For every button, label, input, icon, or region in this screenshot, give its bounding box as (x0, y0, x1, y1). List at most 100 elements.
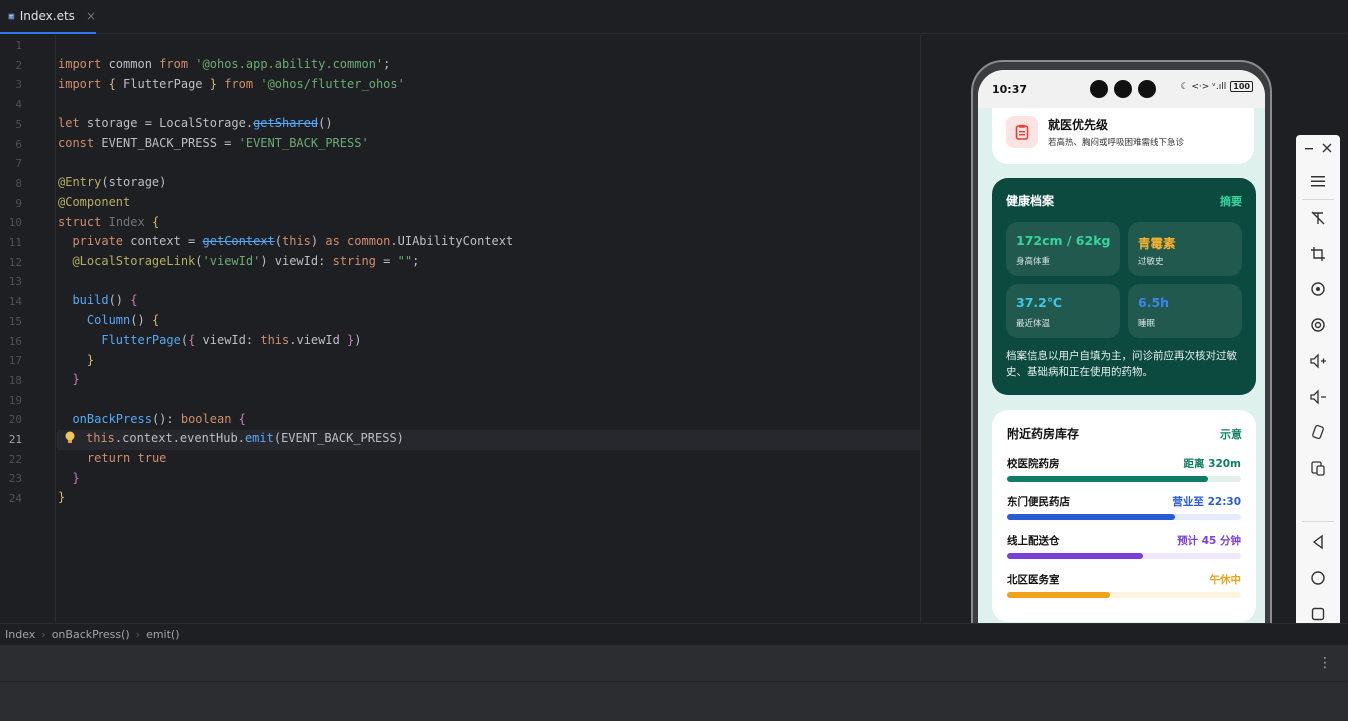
panel-header (0, 645, 1348, 682)
tile-value: 172cm / 62kg (1016, 233, 1111, 248)
line-number: 14 (8, 295, 22, 309)
more-options-icon[interactable]: ⋮ (1318, 655, 1332, 671)
signal-icons: ☾ <·> ᵛ.ıll (1180, 81, 1227, 92)
tile-value: 37.2℃ (1016, 295, 1062, 310)
editor-tab-bar: Index.ets × (0, 0, 1348, 34)
code-line-5: let storage = LocalStorage.getShared() (58, 116, 333, 130)
line-number: 5 (15, 117, 22, 131)
tile-temperature[interactable]: 37.2℃ 最近体温 (1006, 284, 1120, 338)
code-line-8: @Entry(storage) (58, 175, 167, 190)
priority-card[interactable]: 就医优先级 若高热、胸闷或呼吸困难需线下急诊 (992, 100, 1254, 164)
camera-icon (1138, 80, 1156, 98)
pharmacy-progress-fill (1007, 476, 1209, 482)
code-editor[interactable]: 1 2 3 4 5 6 7 8 9 10 11 12 13 14 15 16 17 18 19 20 21 22 23 24 … (0, 35, 920, 623)
toolbar-divider (1302, 521, 1334, 522)
phone-screen[interactable]: 就医优先级 若高热、胸闷或呼吸困难需线下急诊 10:37 ☾ <·> ᵛ.ıll… (978, 70, 1265, 700)
pharmacy-progress-track (1007, 592, 1241, 598)
tab-index-ets[interactable]: Index.ets × (0, 0, 96, 34)
code-line-20: onBackPress(): boolean { (72, 411, 246, 426)
code-line-11: private context = getContext(this) as co… (72, 234, 514, 249)
pharmacy-card[interactable]: 附近药房库存 示意 校医院药房 距离 320m 东门便民药店 营业至 22:30… (992, 410, 1256, 622)
pharmacy-progress-fill (1007, 553, 1143, 559)
volume-up-icon[interactable] (1307, 350, 1329, 372)
code-line-12: @LocalStorageLink('viewId') viewId: stri… (72, 254, 420, 268)
pharmacy-title: 附近药房库存 (1007, 427, 1080, 441)
code-line-14: build() { (72, 293, 138, 308)
line-number: 23 (8, 472, 22, 486)
close-icon[interactable] (1316, 137, 1338, 159)
tile-sleep[interactable]: 6.5h 睡眠 (1128, 284, 1242, 338)
line-number: 2 (15, 58, 22, 72)
tile-allergy[interactable]: 青霉素 过敏史 (1128, 222, 1242, 276)
line-number: 17 (8, 354, 22, 368)
line-number: 11 (8, 236, 22, 249)
emulator-toolbar (1296, 135, 1340, 632)
pharmacy-demo-link[interactable]: 示意 (1220, 426, 1242, 442)
pin-off-icon[interactable] (1307, 207, 1329, 229)
code-line-9: @Component (58, 194, 131, 209)
code-line-16: FlutterPage({ viewId: this.viewId }) (101, 332, 362, 347)
code-line-15: Column() { (86, 313, 160, 328)
tile-label: 最近体温 (1016, 319, 1051, 329)
status-bar: 10:37 ☾ <·> ᵛ.ıll 100 (978, 70, 1265, 108)
health-summary-link[interactable]: 摘要 (1220, 193, 1242, 209)
line-number: 19 (8, 393, 22, 407)
code-line-22: return true (86, 451, 167, 465)
line-number: 1 (15, 39, 22, 52)
breadcrumb: Index › onBackPress() › emit() (0, 623, 1348, 645)
health-title: 健康档案 (1006, 194, 1055, 208)
tile-label: 睡眠 (1138, 319, 1156, 329)
tile-value: 青霉素 (1138, 236, 1176, 251)
tile-value: 6.5h (1138, 295, 1170, 310)
priority-title: 就医优先级 (1048, 118, 1109, 132)
menu-icon[interactable] (1307, 170, 1329, 192)
health-note: 档案信息以用户自填为主，问诊前应再次核对过敏史、基础病和正在使用的药物。 (1006, 350, 1237, 378)
line-number: 21 (8, 433, 22, 446)
tile-height-weight[interactable]: 172cm / 62kg 身高体重 (1006, 222, 1120, 276)
crop-icon[interactable] (1307, 243, 1329, 265)
line-number: 3 (15, 78, 22, 92)
line-number: 6 (15, 137, 22, 151)
tab-close-icon[interactable]: × (86, 9, 96, 23)
back-icon[interactable] (1307, 531, 1329, 553)
pharmacy-value: 预计 45 分钟 (1177, 535, 1241, 547)
recents-icon[interactable] (1307, 603, 1329, 625)
camera-cutout (1090, 80, 1156, 98)
tile-label: 过敏史 (1138, 257, 1164, 267)
breadcrumb-item[interactable]: Index (5, 628, 35, 641)
multi-device-icon[interactable] (1307, 457, 1329, 479)
code-line-6: const EVENT_BACK_PRESS = 'EVENT_BACK_PRE… (58, 135, 369, 150)
line-number: 16 (8, 334, 22, 348)
priority-subtitle: 若高热、胸闷或呼吸困难需线下急诊 (1048, 138, 1185, 148)
breadcrumb-item[interactable]: emit() (146, 628, 179, 641)
camera-icon (1114, 80, 1132, 98)
pharmacy-name: 北区医务室 (1007, 574, 1060, 586)
breadcrumb-item[interactable]: onBackPress() (52, 628, 130, 641)
line-number: 4 (15, 98, 22, 112)
pharmacy-progress-track (1007, 514, 1241, 520)
pharmacy-value: 距离 320m (1183, 458, 1241, 470)
file-icon (8, 13, 15, 19)
home-icon[interactable] (1307, 567, 1329, 589)
line-number: 12 (8, 255, 22, 269)
status-time: 10:37 (992, 82, 1028, 96)
breadcrumb-separator: › (41, 628, 46, 641)
rotate-icon[interactable] (1307, 278, 1329, 300)
pharmacy-name: 线上配送仓 (1007, 535, 1060, 547)
shake-icon[interactable] (1307, 421, 1329, 443)
volume-down-icon[interactable] (1307, 386, 1329, 408)
line-number: 22 (8, 452, 22, 466)
line-number: 15 (8, 314, 22, 328)
tile-label: 身高体重 (1016, 257, 1051, 267)
clipboard-icon (1006, 116, 1038, 148)
pharmacy-value: 午休中 (1209, 574, 1242, 586)
screenshot-icon[interactable] (1307, 314, 1329, 336)
line-number: 13 (8, 275, 22, 289)
code-line-10: struct Index { (58, 214, 160, 229)
pharmacy-progress-track (1007, 553, 1241, 559)
toolbar-divider (1302, 199, 1334, 200)
health-record-card[interactable]: 健康档案 摘要 172cm / 62kg 身高体重 青霉素 过敏史 37.2℃ … (992, 178, 1256, 395)
code-line-17: } (86, 352, 95, 367)
line-gutter: 1 2 3 4 5 6 7 8 9 10 11 12 13 14 15 16 17 18 19 20 21 22 23 24 (0, 35, 56, 623)
lightbulb-icon[interactable] (64, 431, 76, 445)
